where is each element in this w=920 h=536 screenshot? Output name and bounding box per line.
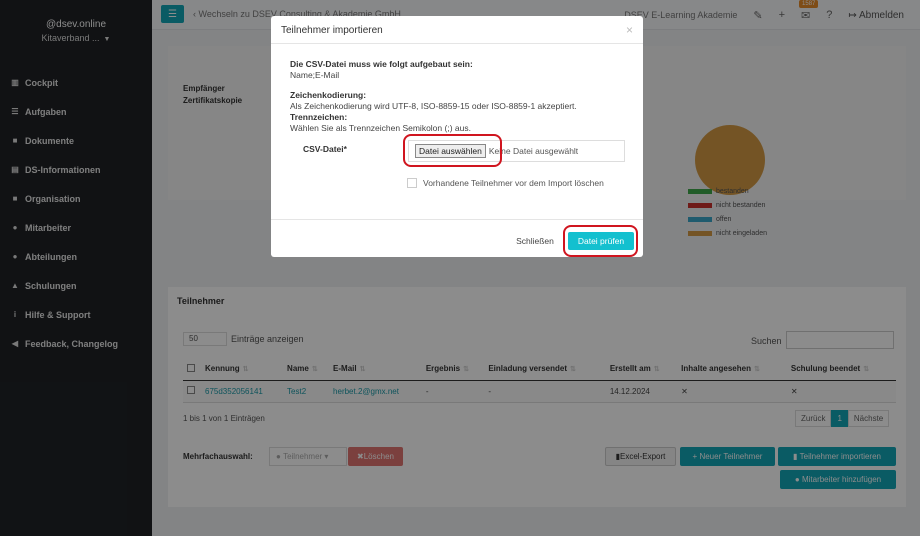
delete-existing-label: Vorhandene Teilnehmer vor dem Import lös…	[423, 178, 604, 188]
modal-footer: Schließen Datei prüfen	[271, 219, 643, 257]
encoding-heading: Zeichenkodierung:	[290, 90, 367, 100]
csv-file-label: CSV-Datei*	[303, 144, 347, 154]
delete-existing-option[interactable]: Vorhandene Teilnehmer vor dem Import lös…	[407, 178, 604, 188]
import-modal: Teilnehmer importieren × Die CSV-Datei m…	[271, 16, 643, 257]
modal-header: Teilnehmer importieren ×	[271, 16, 643, 44]
separator-heading: Trennzeichen:	[290, 112, 348, 122]
close-button[interactable]: Schließen	[510, 232, 560, 250]
highlight-annotation	[563, 225, 638, 257]
encoding-text: Als Zeichenkodierung wird UTF-8, ISO-885…	[290, 101, 577, 111]
csv-format-heading: Die CSV-Datei muss wie folgt aufgebaut s…	[290, 59, 473, 69]
close-icon[interactable]: ×	[626, 23, 633, 37]
highlight-annotation	[403, 134, 502, 167]
modal-title: Teilnehmer importieren	[281, 25, 383, 36]
separator-text: Wählen Sie als Trennzeichen Semikolon (;…	[290, 123, 471, 133]
no-file-text: Keine Datei ausgewählt	[488, 146, 579, 156]
modal-body: Die CSV-Datei muss wie folgt aufgebaut s…	[271, 45, 643, 133]
csv-format-text: Name;E-Mail	[290, 70, 340, 80]
delete-existing-checkbox[interactable]	[407, 178, 417, 188]
